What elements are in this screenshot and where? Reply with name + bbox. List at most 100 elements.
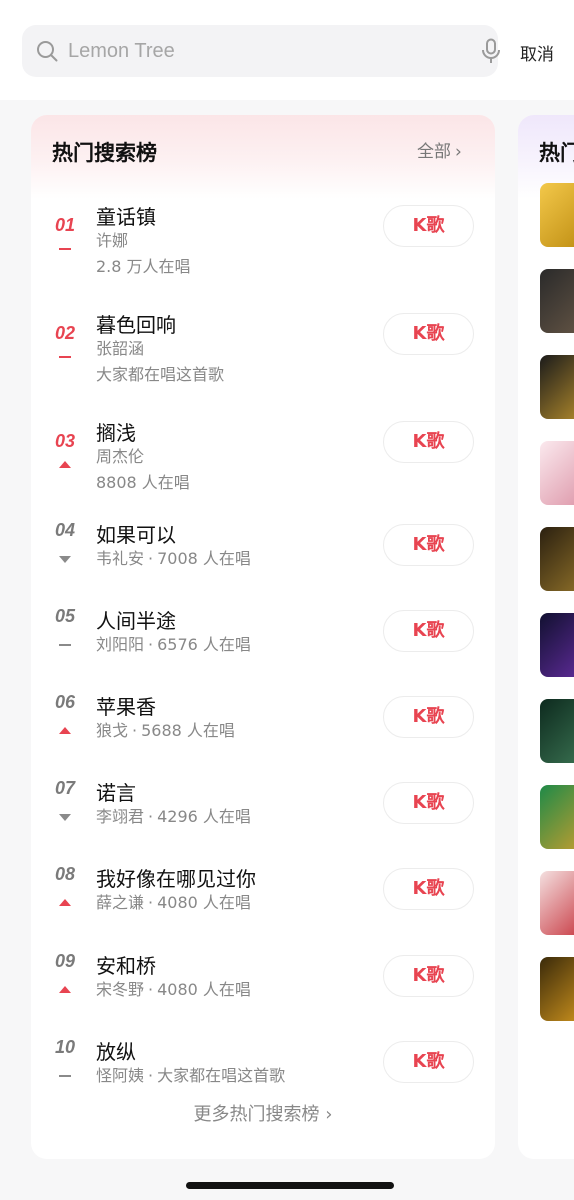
album-cover[interactable] xyxy=(540,441,574,505)
karaoke-button[interactable]: K歌 xyxy=(383,1041,474,1083)
album-cover[interactable] xyxy=(540,527,574,591)
album-cover[interactable] xyxy=(540,871,574,935)
trend-same-icon xyxy=(58,239,72,250)
artist-name: 韦礼安 xyxy=(96,549,145,568)
separator-dot: · xyxy=(148,807,154,826)
song-title[interactable]: 苹果香 xyxy=(96,691,156,720)
separator-dot: · xyxy=(148,980,154,999)
microphone-icon[interactable] xyxy=(480,38,502,64)
artist-name: 宋冬野 xyxy=(96,980,145,999)
more-charts-link[interactable]: 更多热门搜索榜 › xyxy=(31,1100,495,1126)
song-title[interactable]: 放纵 xyxy=(96,1036,136,1065)
search-icon xyxy=(37,41,58,62)
song-meta: 宋冬野 · 4080 人在唱 xyxy=(96,976,251,1000)
artist-name: 怪阿姨 xyxy=(96,1066,145,1085)
view-all-label: 全部 xyxy=(417,142,451,162)
trend-down-icon xyxy=(58,549,72,563)
karaoke-button[interactable]: K歌 xyxy=(383,610,474,652)
sing-count: 2.8 万人在唱 xyxy=(96,257,191,276)
cancel-button[interactable]: 取消 xyxy=(520,40,554,65)
karaoke-button[interactable]: K歌 xyxy=(383,421,474,463)
sing-count: 4080 人在唱 xyxy=(157,893,251,912)
artist-name: 刘阳阳 xyxy=(96,635,145,654)
sing-count: 6576 人在唱 xyxy=(157,635,251,654)
sing-count: 4080 人在唱 xyxy=(157,980,251,999)
side-chart-title: 热门 xyxy=(539,141,574,165)
song-title[interactable]: 安和桥 xyxy=(96,950,156,979)
artist-name: 许娜 xyxy=(96,231,129,250)
artist-name: 周杰伦 xyxy=(96,447,145,466)
rank-number: 08 xyxy=(54,864,76,884)
trend-up-icon xyxy=(58,893,72,906)
karaoke-button[interactable]: K歌 xyxy=(383,696,474,738)
trend-same-icon xyxy=(58,635,72,646)
artist-name: 李翊君 xyxy=(96,807,145,826)
separator-dot: · xyxy=(148,893,154,912)
rank-number: 01 xyxy=(54,215,76,235)
sing-count: 大家都在唱这首歌 xyxy=(157,1066,286,1085)
song-meta: 韦礼安 · 7008 人在唱 xyxy=(96,545,251,569)
separator-dot: · xyxy=(148,635,154,654)
album-cover[interactable] xyxy=(540,269,574,333)
rank-number: 05 xyxy=(54,606,76,626)
rank-number: 02 xyxy=(54,323,76,343)
rank-number: 04 xyxy=(54,520,76,540)
album-cover[interactable] xyxy=(540,183,574,247)
more-charts-label: 更多热门搜索榜 xyxy=(193,1104,320,1125)
song-meta: 狼戈 · 5688 人在唱 xyxy=(96,717,235,741)
separator-dot: · xyxy=(132,721,138,740)
song-meta: 薛之谦 · 4080 人在唱 xyxy=(96,889,251,913)
artist-name: 狼戈 xyxy=(96,721,129,740)
artist-name: 薛之谦 xyxy=(96,893,145,912)
rank-number: 03 xyxy=(54,431,76,451)
rank-number: 10 xyxy=(54,1037,76,1057)
search-bar[interactable] xyxy=(22,25,500,77)
sing-count: 8808 人在唱 xyxy=(96,473,190,492)
top-bar: 取消 xyxy=(0,0,574,100)
song-title[interactable]: 暮色回响 xyxy=(96,309,176,338)
sing-count: 5688 人在唱 xyxy=(141,721,235,740)
trend-up-icon xyxy=(58,455,72,468)
trend-up-icon xyxy=(58,721,72,734)
album-cover[interactable] xyxy=(540,785,574,849)
karaoke-button[interactable]: K歌 xyxy=(383,524,474,566)
home-indicator xyxy=(186,1182,394,1189)
song-meta: 怪阿姨 · 大家都在唱这首歌 xyxy=(96,1062,285,1086)
sing-count: 7008 人在唱 xyxy=(157,549,251,568)
view-all-link[interactable]: 全部 › xyxy=(417,137,462,162)
song-title[interactable]: 诺言 xyxy=(96,777,136,806)
song-title[interactable]: 搁浅 xyxy=(96,417,136,446)
trend-same-icon xyxy=(58,1066,72,1077)
trend-same-icon xyxy=(58,347,72,358)
karaoke-button[interactable]: K歌 xyxy=(383,955,474,997)
karaoke-button[interactable]: K歌 xyxy=(383,782,474,824)
trend-down-icon xyxy=(58,807,72,821)
song-title[interactable]: 我好像在哪见过你 xyxy=(96,863,256,892)
album-cover[interactable] xyxy=(540,957,574,1021)
sing-count: 4296 人在唱 xyxy=(157,807,251,826)
hot-search-chart: 热门搜索榜 全部 › 01 童话镇 许娜 2.8 万人在唱 K歌 02 暮色回响 张韶涵 大家都在… xyxy=(31,115,495,1159)
album-cover[interactable] xyxy=(540,613,574,677)
sing-count: 大家都在唱这首歌 xyxy=(96,365,225,384)
karaoke-button[interactable]: K歌 xyxy=(383,205,474,247)
song-title[interactable]: 童话镇 xyxy=(96,201,156,230)
rank-number: 09 xyxy=(54,951,76,971)
separator-dot: · xyxy=(148,549,154,568)
song-meta: 李翊君 · 4296 人在唱 xyxy=(96,803,251,827)
artist-name: 张韶涵 xyxy=(96,339,145,358)
search-input[interactable] xyxy=(68,33,448,69)
song-title[interactable]: 人间半途 xyxy=(96,605,176,634)
trend-up-icon xyxy=(58,980,72,993)
separator-dot: · xyxy=(148,1066,154,1085)
karaoke-button[interactable]: K歌 xyxy=(383,868,474,910)
rank-number: 06 xyxy=(54,692,76,712)
album-cover[interactable] xyxy=(540,355,574,419)
song-title[interactable]: 如果可以 xyxy=(96,519,176,548)
chevron-right-icon: › xyxy=(325,1104,333,1125)
karaoke-button[interactable]: K歌 xyxy=(383,313,474,355)
chart-title: 热门搜索榜 xyxy=(52,141,157,165)
album-cover[interactable] xyxy=(540,699,574,763)
rank-number: 07 xyxy=(54,778,76,798)
side-chart-card[interactable]: 热门 xyxy=(518,115,574,1159)
song-meta: 刘阳阳 · 6576 人在唱 xyxy=(96,631,251,655)
